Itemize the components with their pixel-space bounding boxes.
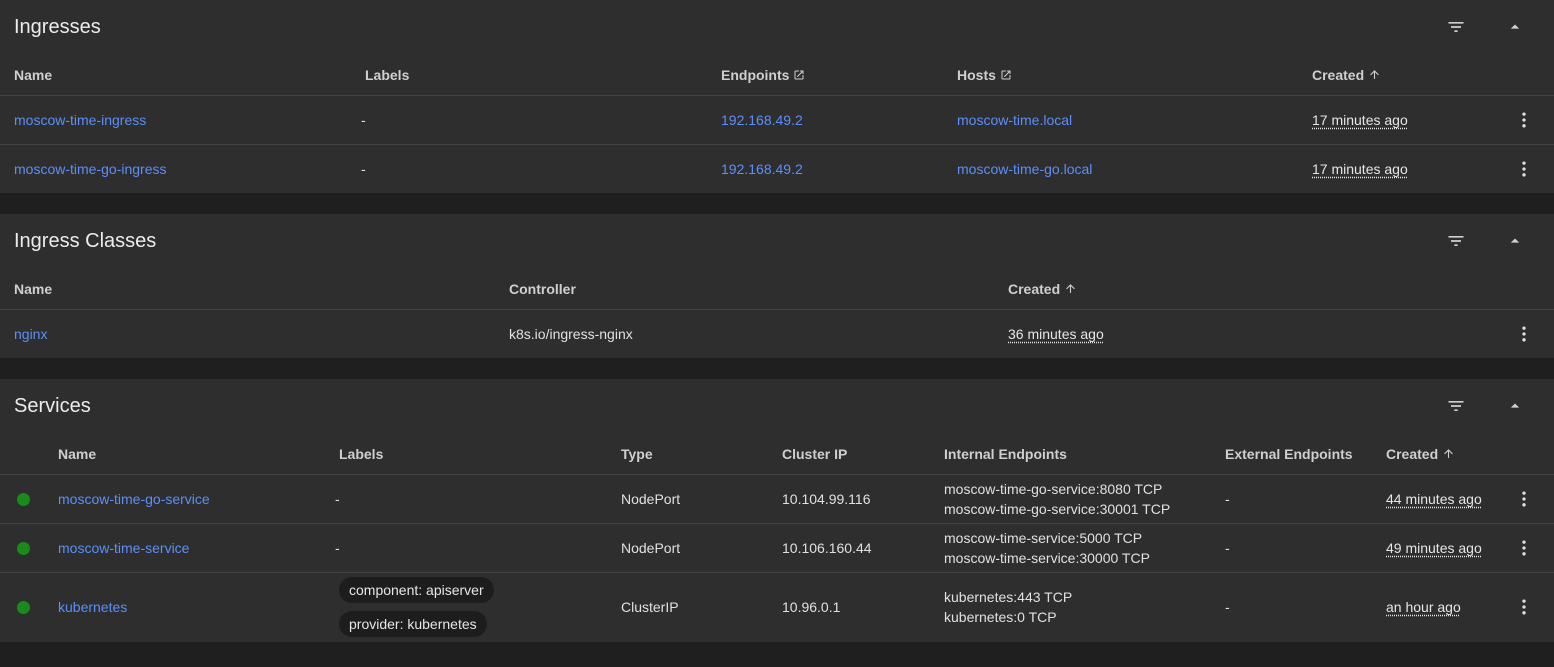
service-external-endpoints: - (1225, 599, 1230, 615)
service-created: 49 minutes ago (1386, 540, 1482, 556)
services-card: Services Name Labels Type Cluster IP Int… (0, 379, 1554, 642)
service-type: NodePort (621, 540, 681, 556)
ingress-endpoint-link[interactable]: 192.168.49.2 (721, 161, 803, 177)
ingresses-card: Ingresses Name Labels Endpoints Hosts Cr… (0, 0, 1554, 193)
service-cluster-ip: 10.104.99.116 (782, 491, 871, 507)
service-created: 44 minutes ago (1386, 491, 1482, 507)
service-labels: - (335, 491, 340, 507)
arrow-up-icon (1444, 449, 1453, 458)
ingress-classes-title: Ingress Classes (14, 230, 157, 252)
service-name-link[interactable]: kubernetes (58, 599, 127, 615)
service-internal-endpoints: kubernetes:443 TCP kubernetes:0 TCP (944, 587, 1072, 627)
ingress-classes-card: Ingress Classes Name Controller Created … (0, 214, 1554, 358)
column-header-endpoints[interactable]: Endpoints (721, 67, 805, 83)
ingress-class-name-link[interactable]: nginx (14, 326, 47, 342)
column-header-created-label: Created (1312, 67, 1365, 83)
service-name-link[interactable]: moscow-time-service (58, 540, 189, 556)
column-header-type[interactable]: Type (621, 446, 653, 462)
table-row[interactable]: moscow-time-go-service - NodePort 10.104… (0, 475, 1554, 524)
table-row[interactable]: nginx k8s.io/ingress-nginx 36 minutes ag… (0, 310, 1554, 358)
ingress-labels: - (361, 112, 366, 128)
ingress-name-link[interactable]: moscow-time-go-ingress (14, 161, 166, 177)
column-header-name[interactable]: Name (14, 67, 52, 83)
internal-endpoint: moscow-time-go-service:30001 TCP (944, 501, 1171, 517)
ingress-classes-table-header: Name Controller Created (0, 269, 1554, 310)
ingress-host-link[interactable]: moscow-time-go.local (957, 161, 1092, 177)
service-name-link[interactable]: moscow-time-go-service (58, 491, 210, 507)
column-header-internal-endpoints[interactable]: Internal Endpoints (944, 446, 1067, 462)
column-header-external-endpoints[interactable]: External Endpoints (1225, 446, 1353, 462)
ingresses-table-header: Name Labels Endpoints Hosts Created (0, 55, 1554, 96)
column-header-created[interactable]: Created (1008, 281, 1077, 297)
more-vert-icon[interactable] (1514, 324, 1534, 344)
table-row[interactable]: moscow-time-ingress - 192.168.49.2 mosco… (0, 96, 1554, 145)
column-header-created[interactable]: Created (1312, 67, 1381, 83)
filter-icon[interactable] (1446, 231, 1466, 251)
column-header-labels[interactable]: Labels (365, 67, 409, 83)
arrow-up-icon (1066, 284, 1075, 293)
status-dot-icon (17, 542, 30, 555)
ingress-endpoint-link[interactable]: 192.168.49.2 (721, 112, 803, 128)
internal-endpoint: moscow-time-service:5000 TCP (944, 530, 1143, 546)
column-header-hosts-label: Hosts (957, 67, 996, 83)
external-link-icon (1001, 70, 1011, 80)
ingresses-title: Ingresses (14, 16, 101, 38)
services-header: Services (0, 379, 1554, 434)
status-dot-icon (17, 601, 30, 614)
column-header-name[interactable]: Name (58, 446, 96, 462)
column-header-controller[interactable]: Controller (509, 281, 576, 297)
column-header-created-label: Created (1386, 446, 1439, 462)
table-row[interactable]: kubernetes component: apiserver provider… (0, 573, 1554, 642)
column-header-labels[interactable]: Labels (339, 446, 383, 462)
service-type: NodePort (621, 491, 681, 507)
chevron-up-icon[interactable] (1505, 231, 1525, 251)
label-chip: provider: kubernetes (339, 611, 487, 637)
ingress-created: 17 minutes ago (1312, 112, 1408, 128)
filter-icon[interactable] (1446, 17, 1466, 37)
chevron-up-icon[interactable] (1505, 396, 1525, 416)
ingress-classes-header: Ingress Classes (0, 214, 1554, 269)
internal-endpoint: kubernetes:0 TCP (944, 609, 1057, 625)
ingress-labels: - (361, 161, 366, 177)
internal-endpoint: moscow-time-go-service:8080 TCP (944, 481, 1163, 497)
more-vert-icon[interactable] (1514, 110, 1534, 130)
table-row[interactable]: moscow-time-go-ingress - 192.168.49.2 mo… (0, 145, 1554, 193)
column-header-cluster-ip[interactable]: Cluster IP (782, 446, 847, 462)
service-cluster-ip: 10.96.0.1 (782, 599, 841, 615)
column-header-endpoints-label: Endpoints (721, 67, 790, 83)
service-internal-endpoints: moscow-time-go-service:8080 TCP moscow-t… (944, 479, 1170, 519)
external-link-icon (794, 70, 804, 80)
ingress-host-link[interactable]: moscow-time.local (957, 112, 1072, 128)
service-cluster-ip: 10.106.160.44 (782, 540, 872, 556)
services-title: Services (14, 395, 91, 417)
ingress-class-controller: k8s.io/ingress-nginx (509, 326, 633, 342)
filter-icon[interactable] (1446, 396, 1466, 416)
status-dot-icon (17, 493, 30, 506)
ingress-name-link[interactable]: moscow-time-ingress (14, 112, 146, 128)
ingress-class-created: 36 minutes ago (1008, 326, 1104, 342)
internal-endpoint: kubernetes:443 TCP (944, 589, 1073, 605)
service-external-endpoints: - (1225, 540, 1230, 556)
services-table-header: Name Labels Type Cluster IP Internal End… (0, 434, 1554, 475)
more-vert-icon[interactable] (1514, 159, 1534, 179)
service-created: an hour ago (1386, 599, 1461, 615)
column-header-created-label: Created (1008, 281, 1061, 297)
more-vert-icon[interactable] (1514, 538, 1534, 558)
column-header-name[interactable]: Name (14, 281, 52, 297)
internal-endpoint: moscow-time-service:30000 TCP (944, 550, 1150, 566)
column-header-created[interactable]: Created (1386, 446, 1455, 462)
arrow-up-icon (1370, 70, 1379, 79)
column-header-hosts[interactable]: Hosts (957, 67, 1012, 83)
service-labels: - (335, 540, 340, 556)
service-internal-endpoints: moscow-time-service:5000 TCP moscow-time… (944, 528, 1150, 568)
more-vert-icon[interactable] (1514, 597, 1534, 617)
label-chip: component: apiserver (339, 577, 494, 603)
more-vert-icon[interactable] (1514, 489, 1534, 509)
chevron-up-icon[interactable] (1505, 17, 1525, 37)
table-row[interactable]: moscow-time-service - NodePort 10.106.16… (0, 524, 1554, 573)
ingresses-header: Ingresses (0, 0, 1554, 55)
service-type: ClusterIP (621, 599, 679, 615)
service-external-endpoints: - (1225, 491, 1230, 507)
ingress-created: 17 minutes ago (1312, 161, 1408, 177)
